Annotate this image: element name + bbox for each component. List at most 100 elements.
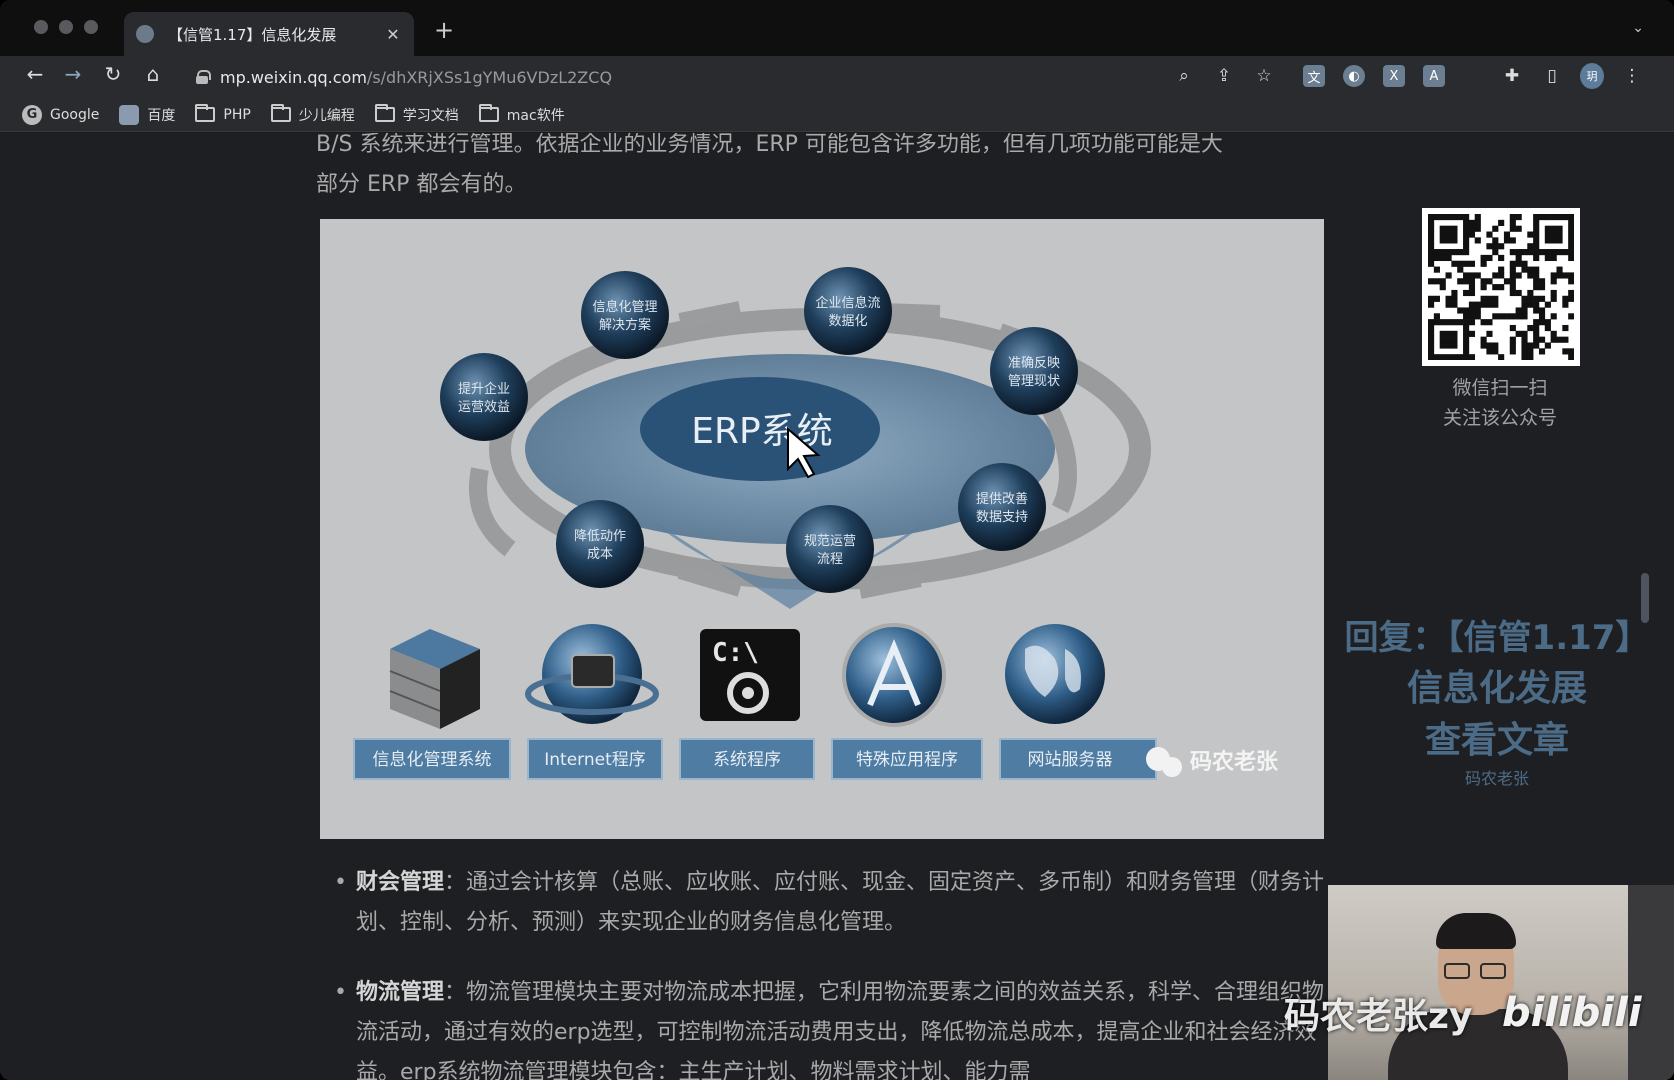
command-prompt-gear-icon: C:\ [700,629,800,721]
node-info-flow-digitization: 企业信息流 数据化 [804,267,892,355]
extensions-puzzle-icon[interactable]: ✚ [1500,64,1524,88]
toolbar: ← → ↻ ⌂ mp.weixin.qq.com/s/dhXRjXSs1gYMu… [0,56,1674,98]
circle-extension-icon[interactable]: ◐ [1342,64,1366,88]
svg-text:信息化管理: 信息化管理 [592,299,657,315]
tab-strip: 【信管1.17】信息化发展 ✕ + ⌄ [0,0,1674,56]
svg-text:网站服务器: 网站服务器 [1028,750,1113,770]
node-reduce-cost: 降低动作 成本 [556,500,644,588]
reload-button[interactable]: ↻ [98,62,128,86]
svg-text:C:\: C:\ [712,638,759,668]
svg-text:提升企业: 提升企业 [458,381,510,397]
label-special-app: 特殊应用程序 [831,738,983,780]
address-bar[interactable]: mp.weixin.qq.com/s/dhXRjXSs1gYMu6VDzL2ZC… [180,60,1480,94]
new-tab-button[interactable]: + [434,16,454,44]
svg-text:成本: 成本 [587,547,613,562]
page-scrollbar[interactable] [1641,573,1649,623]
label-system-program: 系统程序 [679,738,815,780]
lock-icon [196,70,211,84]
label-internet-program: Internet程序 [527,738,663,780]
wechat-watermark: 码农老张 [1146,747,1279,777]
feature-list: 财会管理：通过会计核算（总账、应收账、应付账、现金、固定资产、多币制）和财务管理… [330,863,1330,1080]
share-icon[interactable]: ⇪ [1212,64,1236,88]
svg-text:Internet程序: Internet程序 [544,750,646,770]
webcam-overlay [1328,885,1674,1080]
tab-active[interactable]: 【信管1.17】信息化发展 ✕ [124,12,414,56]
glasses-icon [1444,963,1508,979]
close-window-button[interactable] [34,20,48,34]
svg-text:解决方案: 解决方案 [599,317,651,333]
svg-text:数据支持: 数据支持 [976,510,1028,525]
node-improvement-data: 提供改善 数据支持 [958,463,1046,551]
bookmark-folder-mac-software[interactable]: mac软件 [478,104,565,125]
baidu-icon [119,104,140,125]
erp-diagram-image: ERP系统 信息化管理 解决方案 企业信息流 数据化 准确反映 管理现状 提供改… [320,219,1324,839]
reply-promo: 回复：【信管1.17】 信息化发展 查看文章 码农老张 [1344,618,1650,788]
svg-text:信息化管理系统: 信息化管理系统 [373,750,492,770]
bookmark-baidu[interactable]: 百度 [119,104,175,125]
qr-caption: 微信扫一扫 关注该公众号 [1442,377,1557,429]
svg-text:码农老张: 码农老张 [1190,749,1279,775]
article-page: B/S 系统来进行管理。依据企业的业务情况，ERP 可能包含许多功能，但有几项功… [0,133,1674,1080]
svg-text:规范运营: 规范运营 [804,534,856,549]
app-store-icon [842,623,946,727]
folder-icon [195,104,216,122]
a-extension-icon[interactable]: A [1422,64,1446,88]
svg-text:降低动作: 降低动作 [574,529,626,544]
svg-text:管理现状: 管理现状 [1008,374,1060,389]
translate-extension-icon[interactable]: 文 [1302,64,1326,88]
label-web-server: 网站服务器 [999,738,1157,780]
url-text: mp.weixin.qq.com/s/dhXRjXSs1gYMu6VDzL2ZC… [220,67,613,87]
node-info-mgmt-solution: 信息化管理 解决方案 [581,271,669,359]
erp-center-label: ERP系统 [691,411,832,452]
svg-text:数据化: 数据化 [828,314,867,329]
server-stack-icon [389,629,480,729]
label-info-mgmt-system: 信息化管理系统 [353,738,511,780]
folder-icon [270,104,291,122]
network-globe-icon [525,624,659,724]
svg-text:系统程序: 系统程序 [713,750,781,770]
side-panel-icon[interactable]: ▯ [1540,64,1564,88]
bookmark-folder-docs[interactable]: 学习文档 [374,104,459,125]
svg-text:企业信息流: 企业信息流 [815,295,880,311]
svg-text:特殊应用程序: 特殊应用程序 [856,750,958,770]
forward-button[interactable]: → [58,62,88,86]
node-improve-efficiency: 提升企业 运营效益 [440,353,528,441]
svg-text:准确反映: 准确反映 [1008,356,1060,371]
menu-kebab-icon[interactable]: ⋮ [1620,64,1644,88]
video-watermark: 码农老张zy [1284,996,1473,1037]
tab-search-chevron-icon[interactable]: ⌄ [1632,20,1644,36]
bilibili-logo: bilibili [1502,990,1642,1036]
window-controls [34,20,98,34]
node-accurate-reflection: 准确反映 管理现状 [990,327,1078,415]
folder-icon [374,104,395,122]
svg-text:运营效益: 运营效益 [458,400,510,415]
zoom-window-button[interactable] [84,20,98,34]
qr-code-image [1428,214,1575,361]
erp-diagram: ERP系统 信息化管理 解决方案 企业信息流 数据化 准确反映 管理现状 提供改… [353,267,1279,780]
bookmark-folder-kids-coding[interactable]: 少儿编程 [270,104,355,125]
zoom-icon[interactable]: ⌕ [1172,64,1196,88]
google-icon: G [22,104,42,125]
home-button[interactable]: ⌂ [138,62,168,86]
svg-text:流程: 流程 [817,552,843,567]
x-extension-icon[interactable]: X [1382,64,1406,88]
minimize-window-button[interactable] [59,20,73,34]
profile-avatar[interactable]: 玥 [1580,63,1604,89]
bookmark-google[interactable]: G Google [22,104,99,125]
world-globe-icon [1005,624,1105,724]
list-item-finance: 财会管理：通过会计核算（总账、应收账、应付账、现金、固定资产、多币制）和财务管理… [330,863,1330,943]
bookmark-star-icon[interactable]: ☆ [1252,64,1276,88]
back-button[interactable]: ← [20,62,50,86]
folder-icon [478,104,499,122]
svg-text:提供改善: 提供改善 [976,491,1028,507]
intro-paragraph: B/S 系统来进行管理。依据企业的业务情况，ERP 可能包含许多功能，但有几项功… [316,133,1223,197]
close-tab-icon[interactable]: ✕ [384,25,402,44]
wechat-favicon-icon [136,25,154,43]
bookmark-folder-php[interactable]: PHP [195,104,251,123]
node-standard-process: 规范运营 流程 [786,505,874,593]
wechat-qr-code [1422,208,1580,366]
browser-window: 【信管1.17】信息化发展 ✕ + ⌄ ← → ↻ ⌂ mp.weixin.qq… [0,0,1674,1080]
tab-title: 【信管1.17】信息化发展 [168,25,337,44]
list-item-logistics: 物流管理：物流管理模块主要对物流成本把握，它利用物流要素之间的效益关系，科学、合… [330,973,1330,1080]
bookmarks-bar: G Google 百度 PHP 少儿编程 学习文档 mac软件 [0,98,1674,132]
